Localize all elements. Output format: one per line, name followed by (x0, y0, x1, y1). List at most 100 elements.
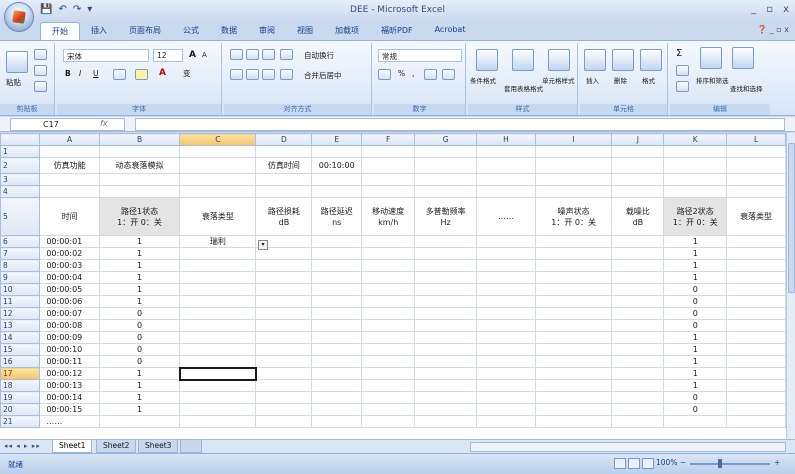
cell-h18[interactable] (476, 379, 536, 392)
cell-f6[interactable] (361, 235, 416, 248)
cell-g15[interactable] (414, 343, 477, 356)
cell-c7[interactable] (179, 247, 257, 260)
cell-b20[interactable]: 1 (98, 403, 181, 416)
cell-g21[interactable] (414, 415, 477, 428)
cell-e2[interactable]: 00:10:00 (311, 157, 363, 174)
cell-f16[interactable] (361, 355, 416, 368)
cell-b14[interactable]: 0 (98, 331, 181, 344)
cell-c18[interactable] (179, 379, 257, 392)
cell-d11[interactable] (255, 295, 313, 308)
zoom-out-button[interactable]: − (680, 458, 686, 467)
select-all-corner[interactable] (0, 133, 41, 146)
cell-k4[interactable] (663, 185, 728, 198)
cell-k6[interactable]: 1 (663, 235, 728, 248)
cell-g16[interactable] (414, 355, 477, 368)
align-top-icon[interactable] (230, 49, 243, 60)
cell-a19[interactable]: 00:00:14 (39, 391, 100, 404)
column-header-h[interactable]: H (476, 133, 536, 146)
font-name-select[interactable]: 宋体 (63, 49, 149, 62)
font-color-button[interactable]: A (159, 68, 166, 78)
zoom-slider-thumb[interactable] (718, 459, 722, 468)
row-header-21[interactable]: 21 (0, 415, 41, 428)
cell-k12[interactable]: 0 (663, 307, 728, 320)
cell-h9[interactable] (476, 271, 536, 284)
cell-d21[interactable] (255, 415, 313, 428)
cell-g19[interactable] (414, 391, 477, 404)
cell-l3[interactable] (726, 173, 786, 186)
cell-a3[interactable] (39, 173, 100, 186)
cell-j4[interactable] (611, 185, 665, 198)
cell-i18[interactable] (534, 379, 613, 392)
autosum-button[interactable]: Σ (676, 48, 682, 59)
cell-g14[interactable] (414, 331, 477, 344)
cell-f10[interactable] (361, 283, 416, 296)
cell-g17[interactable] (414, 367, 477, 380)
cell-b17[interactable]: 1 (98, 367, 181, 380)
cell-i2[interactable] (534, 157, 613, 174)
cell-i17[interactable] (534, 367, 613, 380)
cell-l10[interactable] (726, 283, 786, 296)
cell-h17[interactable] (476, 367, 536, 380)
cell-i1[interactable] (534, 145, 613, 158)
cell-l5[interactable]: 衰落类型 (726, 197, 786, 236)
format-cells-icon[interactable] (640, 49, 662, 71)
cell-c8[interactable] (179, 259, 257, 272)
table-format-button[interactable]: 套用表格格式 (504, 83, 543, 93)
cell-a12[interactable]: 00:00:07 (39, 307, 100, 320)
cell-d5[interactable]: 路径损耗 dB (255, 197, 313, 236)
copy-icon[interactable] (34, 65, 47, 76)
font-size-select[interactable]: 12 (153, 49, 183, 62)
cell-k15[interactable]: 1 (663, 343, 728, 356)
office-button[interactable] (4, 2, 34, 32)
cell-f1[interactable] (361, 145, 416, 158)
cell-l18[interactable] (726, 379, 786, 392)
cell-h21[interactable] (476, 415, 536, 428)
cell-k10[interactable]: 0 (663, 283, 728, 296)
cell-c9[interactable] (179, 271, 257, 284)
cell-c17[interactable] (178, 366, 257, 381)
insert-button[interactable]: 插入 (586, 75, 599, 85)
cell-g9[interactable] (414, 271, 477, 284)
row-header-14[interactable]: 14 (0, 331, 41, 344)
cell-k17[interactable]: 1 (663, 367, 728, 380)
cell-i12[interactable] (534, 307, 613, 320)
cell-j13[interactable] (611, 319, 665, 332)
ribbon-help-controls[interactable]: ❓ _ ▫ x (757, 25, 789, 34)
cell-a5[interactable]: 时间 (39, 197, 100, 236)
align-right-icon[interactable] (262, 69, 275, 80)
merge-center-button[interactable]: 合并后居中 (304, 70, 342, 81)
cell-b4[interactable] (98, 185, 181, 198)
cell-b15[interactable]: 0 (98, 343, 181, 356)
cell-d13[interactable] (255, 319, 313, 332)
cell-b13[interactable]: 0 (98, 319, 181, 332)
cell-j16[interactable] (611, 355, 665, 368)
cell-b1[interactable] (98, 145, 181, 158)
conditional-format-icon[interactable] (476, 49, 498, 71)
cell-style-button[interactable]: 单元格样式 (542, 75, 575, 85)
cell-f20[interactable] (361, 403, 416, 416)
phonetic-button[interactable]: 变 (183, 68, 191, 79)
row-header-17[interactable]: 17 (0, 367, 41, 380)
cell-f5[interactable]: 移动速度 km/h (361, 197, 416, 236)
cell-b7[interactable]: 1 (98, 247, 181, 260)
cell-e6[interactable] (311, 235, 363, 248)
row-header-11[interactable]: 11 (0, 295, 41, 308)
cell-g1[interactable] (414, 145, 477, 158)
cell-e16[interactable] (311, 355, 363, 368)
cell-e3[interactable] (311, 173, 363, 186)
cell-i13[interactable] (534, 319, 613, 332)
row-header-9[interactable]: 9 (0, 271, 41, 284)
cell-g8[interactable] (414, 259, 477, 272)
row-header-19[interactable]: 19 (0, 391, 41, 404)
find-select-icon[interactable] (732, 47, 754, 69)
cell-h10[interactable] (476, 283, 536, 296)
cell-f21[interactable] (361, 415, 416, 428)
cell-k8[interactable]: 1 (663, 259, 728, 272)
row-header-3[interactable]: 3 (0, 173, 41, 186)
cell-style-icon[interactable] (548, 49, 570, 71)
cell-l16[interactable] (726, 355, 786, 368)
cell-d14[interactable] (255, 331, 313, 344)
orientation-icon[interactable] (280, 49, 293, 60)
fill-color-icon[interactable] (135, 69, 148, 80)
cell-c10[interactable] (179, 283, 257, 296)
